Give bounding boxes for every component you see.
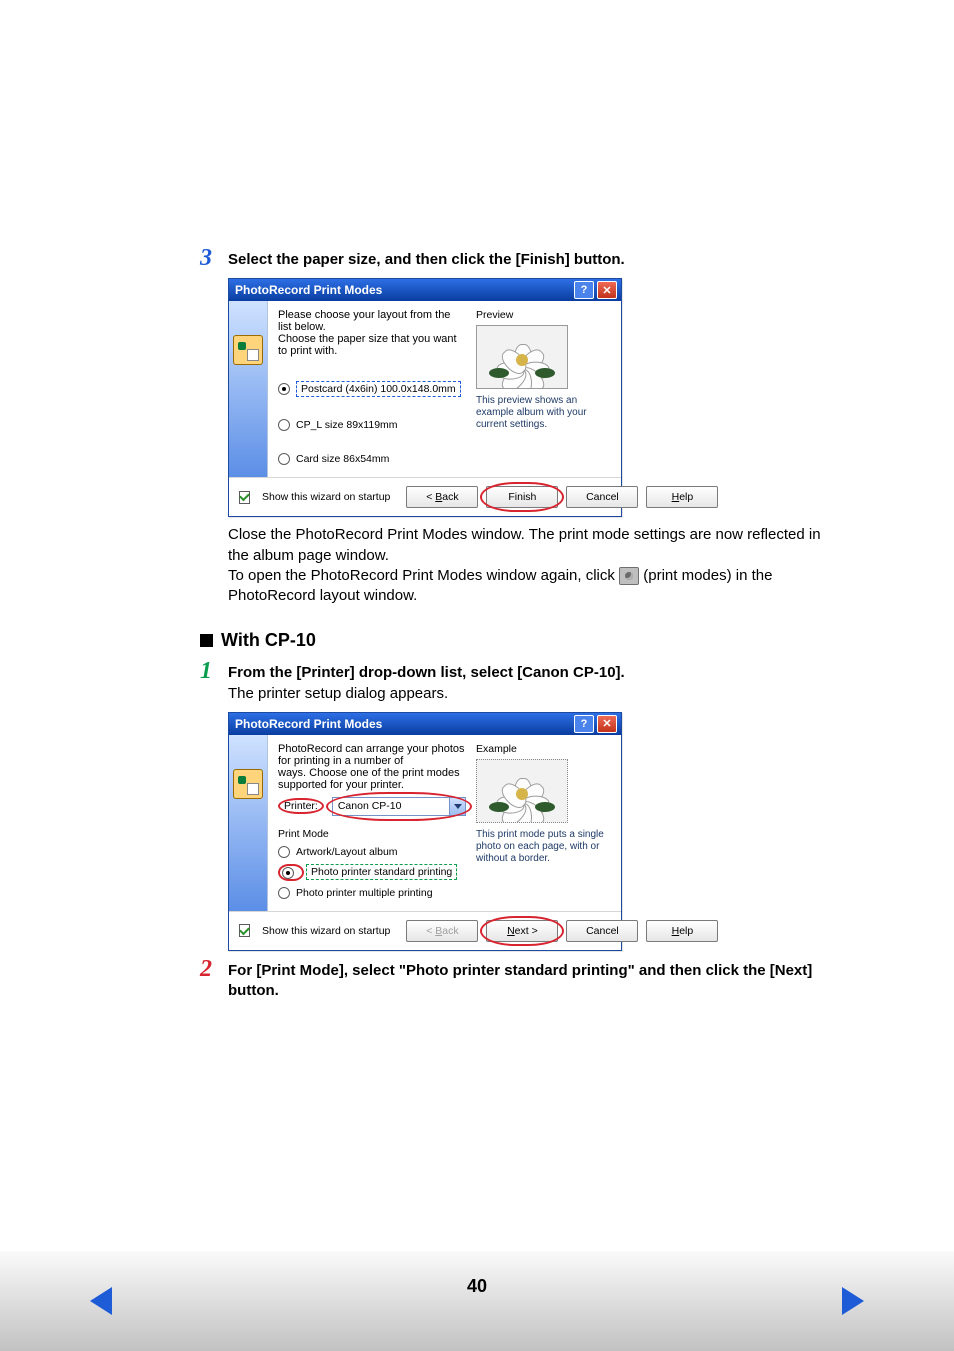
note-l2a: To open the PhotoRecord Print Modes wind…	[228, 567, 619, 584]
mode-artwork-label: Artwork/Layout album	[296, 846, 398, 858]
show-wizard-label: Show this wizard on startup	[262, 491, 390, 503]
preview-image	[476, 325, 568, 389]
step-1-text: From the [Printer] drop-down list, selec…	[228, 663, 834, 683]
card-label: Card size 86x54mm	[296, 453, 389, 465]
step-number-1: 1	[200, 659, 228, 683]
radio-icon	[278, 419, 290, 431]
wizard-icon	[233, 769, 263, 799]
printer-select-ring: Canon CP-10	[332, 797, 466, 816]
next-button[interactable]: Next >	[486, 920, 558, 942]
radio-icon	[278, 383, 290, 395]
dialog2-side	[229, 735, 268, 911]
print-modes-icon	[619, 567, 639, 585]
cancel-button[interactable]: Cancel	[566, 486, 638, 508]
example-image	[476, 759, 568, 823]
mode-standard-ring	[278, 864, 304, 881]
section-title: With CP-10	[221, 630, 316, 651]
mode-standard[interactable]: Photo printer standard printing	[278, 864, 466, 881]
print-modes-dialog-1: PhotoRecord Print Modes ? ✕ Please choos…	[228, 278, 622, 517]
page-nav-bar: 40	[0, 1251, 954, 1351]
mode-artwork[interactable]: Artwork/Layout album	[278, 846, 466, 858]
back-button-disabled: < Back	[406, 920, 478, 942]
post-dialog-note: Close the PhotoRecord Print Modes window…	[228, 525, 834, 606]
radio-icon	[278, 887, 290, 899]
step-2-text: For [Print Mode], select "Photo printer …	[228, 961, 834, 1002]
dialog2-footer: Show this wizard on startup < Back Next …	[229, 911, 621, 950]
printer-label-ring: Printer:	[278, 798, 324, 814]
dialog1-titlebar: PhotoRecord Print Modes ? ✕	[229, 279, 621, 301]
print-mode-label: Print Mode	[278, 828, 466, 840]
next-page-arrow-icon[interactable]	[842, 1287, 864, 1315]
page-number: 40	[467, 1276, 487, 1297]
dialog2-intro1: PhotoRecord can arrange your photos for …	[278, 743, 466, 767]
printer-value: Canon CP-10	[333, 800, 449, 812]
step-number-3: 3	[200, 246, 228, 270]
dialog2-title: PhotoRecord Print Modes	[235, 717, 571, 731]
close-icon[interactable]: ✕	[597, 715, 617, 733]
paper-option-cpl[interactable]: CP_L size 89x119mm	[278, 419, 466, 431]
step-1-sub: The printer setup dialog appears.	[228, 684, 834, 704]
next-button-ring: Next >	[486, 920, 558, 942]
step-2: 2 For [Print Mode], select "Photo printe…	[200, 961, 834, 1002]
postcard-label: Postcard (4x6in) 100.0x148.0mm	[296, 381, 461, 397]
prev-page-arrow-icon[interactable]	[90, 1287, 112, 1315]
finish-button[interactable]: Finish	[486, 486, 558, 508]
example-label: Example	[476, 743, 611, 755]
dialog1-title: PhotoRecord Print Modes	[235, 283, 571, 297]
dialog1-intro2: Choose the paper size that you want to p…	[278, 333, 466, 357]
show-wizard-checkbox[interactable]	[239, 924, 250, 937]
step-1: 1 From the [Printer] drop-down list, sel…	[200, 663, 834, 704]
finish-button-ring: Finish	[486, 486, 558, 508]
dialog2-intro2: ways. Choose one of the print modes supp…	[278, 767, 466, 791]
show-wizard-checkbox[interactable]	[239, 491, 250, 504]
note-line2: To open the PhotoRecord Print Modes wind…	[228, 566, 834, 607]
step-3-text: Select the paper size, and then click th…	[228, 250, 834, 270]
printer-select[interactable]: Canon CP-10	[332, 797, 466, 816]
mode-multiple-label: Photo printer multiple printing	[296, 887, 433, 899]
step-number-2: 2	[200, 957, 228, 981]
section-square-icon	[200, 634, 213, 647]
dialog1-intro1: Please choose your layout from the list …	[278, 309, 466, 333]
close-icon[interactable]: ✕	[597, 281, 617, 299]
show-wizard-label: Show this wizard on startup	[262, 925, 390, 937]
radio-icon	[278, 453, 290, 465]
dialog2-wrap: PhotoRecord Print Modes ? ✕ PhotoRecord …	[228, 712, 834, 951]
dropdown-icon	[449, 798, 465, 815]
dialog2-titlebar: PhotoRecord Print Modes ? ✕	[229, 713, 621, 735]
help-button-icon[interactable]: ?	[574, 715, 594, 733]
back-button[interactable]: < Back	[406, 486, 478, 508]
paper-option-postcard[interactable]: Postcard (4x6in) 100.0x148.0mm	[278, 381, 466, 397]
step-3: 3 Select the paper size, and then click …	[200, 250, 834, 270]
dialog1-wrap: PhotoRecord Print Modes ? ✕ Please choos…	[228, 278, 834, 517]
example-note: This print mode puts a single photo on e…	[476, 829, 611, 865]
section-with-cp10: With CP-10	[200, 630, 834, 651]
radio-icon	[278, 846, 290, 858]
dialog1-footer: Show this wizard on startup < Back Finis…	[229, 477, 621, 516]
cancel-button[interactable]: Cancel	[566, 920, 638, 942]
help-button[interactable]: Help	[646, 486, 718, 508]
dialog1-side	[229, 301, 268, 477]
wizard-icon	[233, 335, 263, 365]
mode-standard-label: Photo printer standard printing	[306, 864, 457, 880]
note-line1: Close the PhotoRecord Print Modes window…	[228, 525, 834, 566]
help-button[interactable]: Help	[646, 920, 718, 942]
printer-label: Printer:	[284, 800, 318, 812]
help-button-icon[interactable]: ?	[574, 281, 594, 299]
radio-icon	[282, 867, 294, 879]
cpl-label: CP_L size 89x119mm	[296, 419, 398, 431]
preview-note: This preview shows an example album with…	[476, 395, 611, 431]
print-modes-dialog-2: PhotoRecord Print Modes ? ✕ PhotoRecord …	[228, 712, 622, 951]
mode-multiple[interactable]: Photo printer multiple printing	[278, 887, 466, 899]
paper-option-card[interactable]: Card size 86x54mm	[278, 453, 466, 465]
preview-label: Preview	[476, 309, 611, 321]
